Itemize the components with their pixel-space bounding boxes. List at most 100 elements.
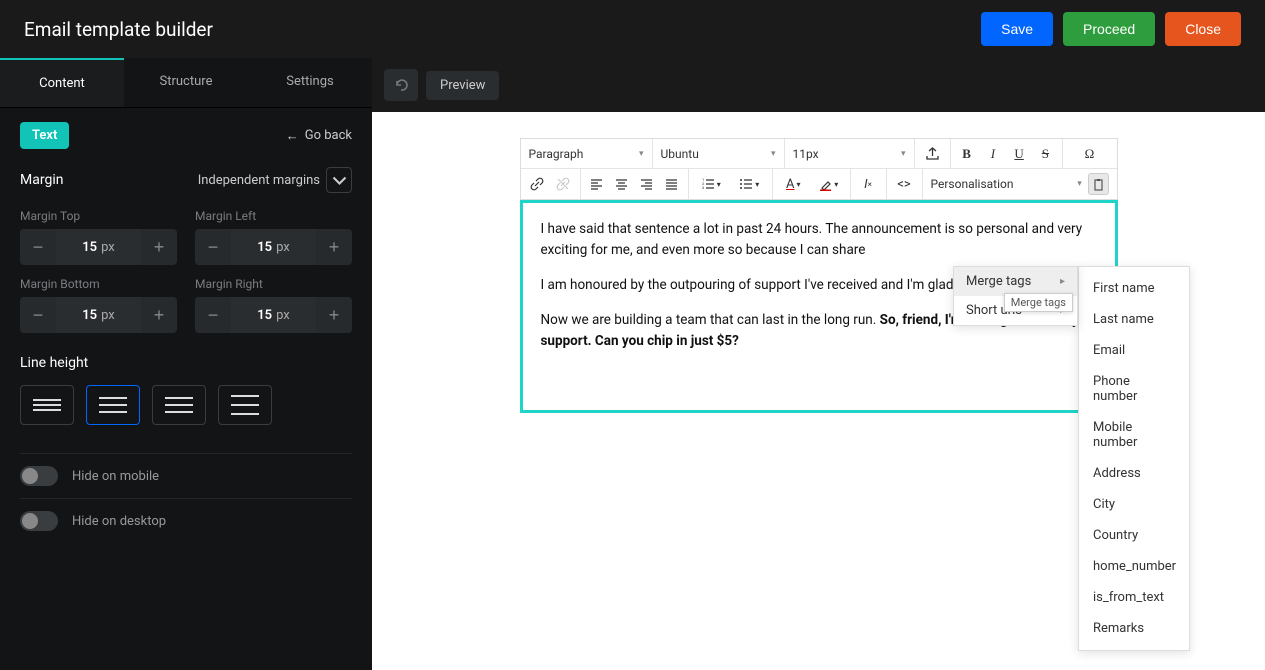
increment-button[interactable]: + [316,229,352,265]
decrement-button[interactable]: − [195,229,231,265]
tab-settings[interactable]: Settings [248,58,372,107]
unordered-list-button[interactable]: ▾ [739,177,759,191]
undo-icon [393,77,409,93]
margin-bottom-value: 15 [82,308,97,323]
clipboard-icon [1092,178,1105,191]
sidebar-tabs: Content Structure Settings [0,58,372,108]
italic-button[interactable]: I [983,146,1003,162]
close-button[interactable]: Close [1165,12,1241,46]
increment-button[interactable]: + [141,297,177,333]
unlink-button[interactable] [553,177,573,191]
line-height-normal[interactable] [86,385,140,425]
line-height-loose[interactable] [218,385,272,425]
line-height-heading: Line height [20,355,352,371]
go-back-link[interactable]: Go back [286,128,352,144]
link-button[interactable] [527,177,547,191]
chevron-down-icon [332,173,347,188]
ordered-list-icon: 123 [701,177,715,191]
unlink-icon [556,177,570,191]
decrement-button[interactable]: − [20,229,56,265]
margin-top-stepper[interactable]: − 15px + [20,229,177,265]
merge-tag-option[interactable]: Phone number [1079,366,1189,412]
content-line-3a: Now we are building a team that can last… [541,312,880,328]
margin-heading: Margin [20,172,63,188]
ordered-list-button[interactable]: 123▾ [701,177,721,191]
margin-right-stepper[interactable]: − 15px + [195,297,352,333]
decrement-button[interactable]: − [195,297,231,333]
link-icon [530,177,544,191]
merge-tag-option[interactable]: is_from_text [1079,582,1189,613]
text-color-button[interactable]: A▾ [783,177,803,192]
hide-mobile-label: Hide on mobile [72,469,159,484]
content-line-3c: support. Can you chip in just $5? [541,333,739,349]
align-center-icon [615,178,628,191]
margin-left-stepper[interactable]: − 15px + [195,229,352,265]
margin-top-field: Margin Top − 15px + [20,209,177,265]
line-height-medium[interactable] [152,385,206,425]
margin-bottom-stepper[interactable]: − 15px + [20,297,177,333]
decrement-button[interactable]: − [20,297,56,333]
hide-desktop-label: Hide on desktop [72,514,166,529]
margin-left-value: 15 [257,240,272,255]
clear-format-button[interactable]: I× [859,177,878,192]
independent-margins-toggle[interactable] [326,167,352,193]
undo-button[interactable] [384,69,418,101]
block-format-select[interactable]: Paragraph▾ [529,147,644,161]
merge-tag-option[interactable]: Remarks [1079,613,1189,644]
page-title: Email template builder [24,18,213,41]
app-header: Email template builder Save Proceed Clos… [0,0,1265,58]
special-char-button[interactable]: Ω [1080,146,1100,162]
font-family-select[interactable]: Ubuntu▾ [661,147,776,161]
personalisation-select[interactable]: Personalisation▾ [931,177,1082,191]
merge-tag-option[interactable]: First name [1079,273,1189,304]
hide-desktop-toggle[interactable] [20,511,58,531]
margin-top-value: 15 [82,240,97,255]
header-actions: Save Proceed Close [981,12,1241,46]
paste-button[interactable] [1088,173,1109,195]
hide-desktop-row: Hide on desktop [20,498,352,543]
highlight-button[interactable]: ▾ [819,178,839,191]
merge-tag-option[interactable]: home_number [1079,551,1189,582]
hide-mobile-row: Hide on mobile [20,453,352,498]
menu-item-merge-tags[interactable]: Merge tags▸ Merge tags [954,267,1077,296]
merge-tag-option[interactable]: Last name [1079,304,1189,335]
export-button[interactable] [923,146,942,161]
line-height-tight[interactable] [20,385,74,425]
merge-tag-option[interactable]: Country [1079,520,1189,551]
margin-left-field: Margin Left − 15px + [195,209,352,265]
sidebar: Content Structure Settings Text Go back … [0,58,372,670]
merge-tag-option[interactable]: Mobile number [1079,412,1189,458]
element-type-chip: Text [20,122,69,149]
increment-button[interactable]: + [316,297,352,333]
strikethrough-button[interactable]: S [1035,146,1055,162]
align-left-button[interactable] [587,178,606,191]
save-button[interactable]: Save [981,12,1053,46]
align-center-button[interactable] [612,178,631,191]
margin-right-field: Margin Right − 15px + [195,277,352,333]
hide-mobile-toggle[interactable] [20,466,58,486]
underline-button[interactable]: U [1009,146,1029,162]
highlight-icon [819,178,832,191]
svg-text:3: 3 [702,185,704,190]
merge-tag-option[interactable]: City [1079,489,1189,520]
align-right-button[interactable] [637,178,656,191]
preview-button[interactable]: Preview [426,71,499,100]
tab-content[interactable]: Content [0,58,124,107]
increment-button[interactable]: + [141,229,177,265]
margin-top-label: Margin Top [20,209,177,223]
proceed-button[interactable]: Proceed [1063,12,1155,46]
line-height-options [20,385,352,425]
align-left-icon [590,178,603,191]
bold-button[interactable]: B [957,146,977,162]
merge-tag-option[interactable]: Address [1079,458,1189,489]
align-justify-icon [665,178,678,191]
margin-right-label: Margin Right [195,277,352,291]
margin-bottom-field: Margin Bottom − 15px + [20,277,177,333]
rich-text-toolbar: Paragraph▾ Ubuntu▾ 11px▾ [520,138,1118,200]
merge-tag-option[interactable]: Email [1079,335,1189,366]
align-justify-button[interactable] [662,178,681,191]
tab-structure[interactable]: Structure [124,58,248,107]
code-view-button[interactable]: <> [895,177,914,192]
personalisation-menu: Merge tags▸ Merge tags Short urls▸ [953,266,1078,326]
font-size-select[interactable]: 11px▾ [793,147,906,161]
